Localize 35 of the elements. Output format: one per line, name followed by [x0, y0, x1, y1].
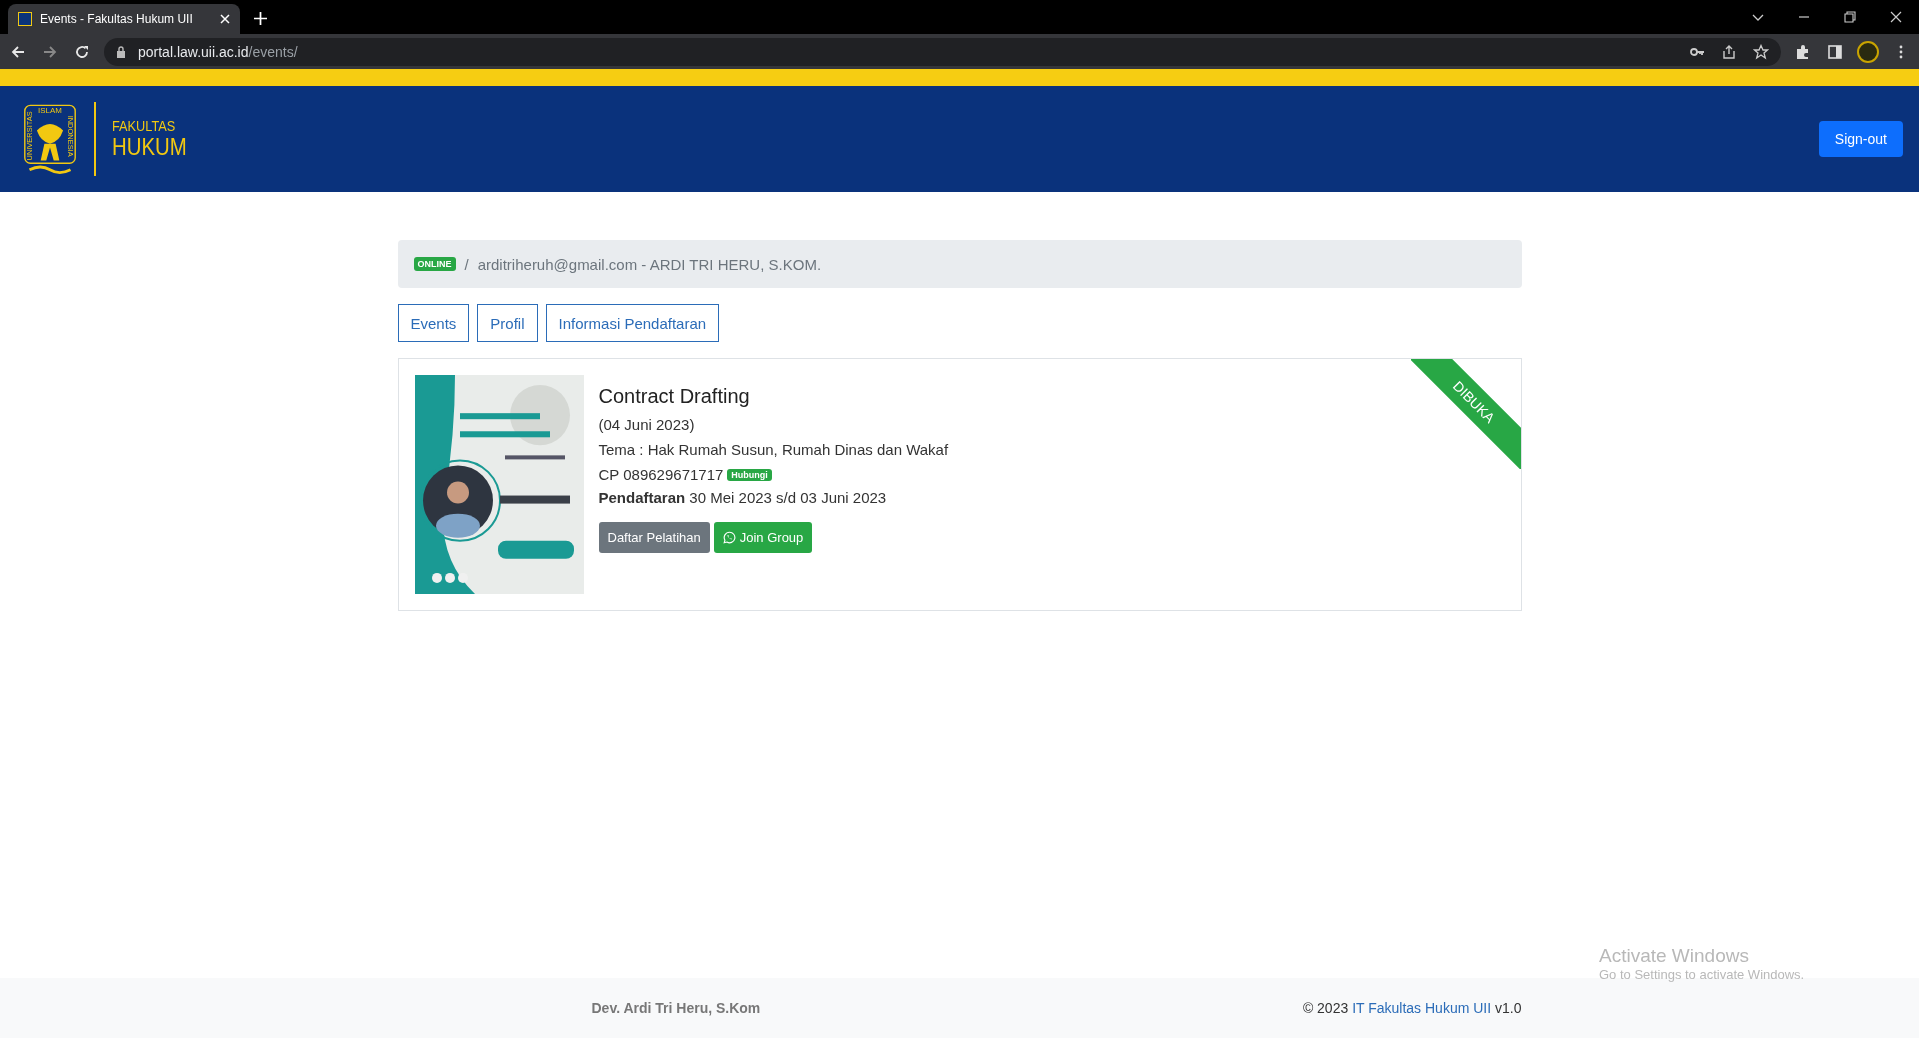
footer-link[interactable]: IT Fakultas Hukum UII	[1352, 1000, 1492, 1016]
version-text: v1.0	[1495, 1000, 1522, 1016]
new-tab-icon[interactable]	[254, 12, 267, 25]
share-icon[interactable]	[1721, 43, 1737, 60]
profile-avatar[interactable]	[1857, 40, 1879, 63]
lock-icon	[116, 45, 126, 58]
user-info: arditriheruh@gmail.com - ARDI TRI HERU, S.KOM.	[477, 255, 822, 273]
activation-title: Activate Windows	[1599, 945, 1750, 967]
close-icon[interactable]	[1890, 11, 1902, 23]
faculty-name: HUKUM	[112, 134, 187, 161]
address-bar[interactable]: portal.law.uii.ac.id/events/	[104, 37, 1781, 66]
register-button[interactable]: Daftar Pelatihan	[598, 522, 710, 553]
join-group-button[interactable]: Join Group	[713, 522, 813, 553]
event-title: Contract Drafting	[598, 385, 751, 408]
favicon-icon	[18, 12, 32, 26]
contact-badge[interactable]: Hubungi	[727, 468, 772, 481]
activation-message: Go to Settings to activate Windows.	[1599, 967, 1805, 982]
star-icon[interactable]	[1753, 43, 1769, 60]
nav-button[interactable]: Events	[397, 304, 470, 342]
developer-credit: Dev. Ardi Tri Heru, S.Kom	[591, 1000, 761, 1016]
contact-phone: CP 089629671717	[598, 466, 724, 483]
event-theme: Tema : Hak Rumah Susun, Rumah Dinas dan Wakaf	[598, 441, 949, 458]
event-date: (04 Juni 2023)	[598, 416, 696, 433]
nav-button[interactable]: Informasi Pendaftaran	[545, 304, 720, 342]
nav-button[interactable]: Profil	[477, 304, 538, 342]
copyright-text: © 2023	[1302, 1000, 1349, 1016]
whatsapp-icon	[722, 531, 736, 544]
side-panel-icon[interactable]	[1825, 43, 1845, 60]
status-badge: ONLINE	[413, 257, 456, 271]
faculty-label: FAKULTAS	[112, 117, 177, 135]
breadcrumb-separator: /	[464, 255, 469, 273]
registration-period: Pendaftaran 30 Mei 2023 s/d 03 Juni 2023	[598, 489, 888, 506]
sign-out-button[interactable]: Sign-out	[1818, 121, 1903, 157]
restore-icon[interactable]	[1844, 11, 1856, 23]
browser-tab[interactable]: Events - Fakultas Hukum UII	[8, 4, 240, 34]
